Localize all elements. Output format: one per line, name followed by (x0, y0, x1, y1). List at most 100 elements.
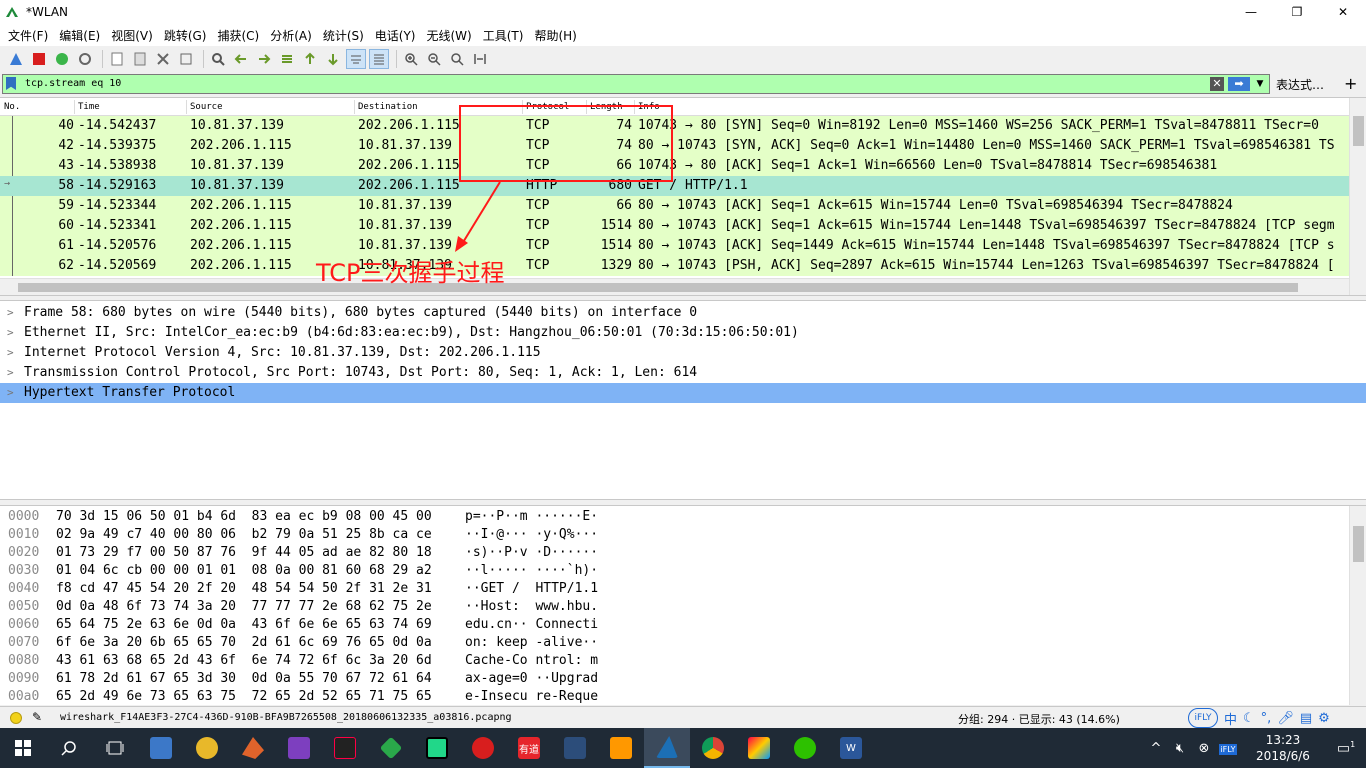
start-capture-icon[interactable] (6, 49, 26, 69)
packet-row[interactable]: 61 -14.520576 202.206.1.115 10.81.37.139 TCP… (0, 236, 1366, 256)
packet-row[interactable]: 62 -14.520569 202.206.1.115 10.81.37.139 TCP… (0, 256, 1366, 276)
bytes-row[interactable]: 0050 0d 0a 48 6f 73 74 3a 20 77 77 77 2e … (0, 598, 1366, 616)
moon-icon[interactable]: ☾ (1243, 711, 1255, 726)
search-icon[interactable] (46, 728, 92, 768)
tray-ifly-icon[interactable]: iFLY (1216, 741, 1240, 756)
open-file-icon[interactable] (107, 49, 127, 69)
expand-chevron-icon[interactable]: > (7, 303, 14, 323)
packet-row[interactable]: → 58 -14.529163 10.81.37.139 202.206.1.115 HT… (0, 176, 1366, 196)
punctuation-icon[interactable]: °, (1261, 711, 1272, 726)
packet-row[interactable]: 60 -14.523341 202.206.1.115 10.81.37.139 TCP… (0, 216, 1366, 236)
menu-help[interactable]: 帮助(H) (530, 27, 580, 44)
filter-history-chevron-down-icon[interactable]: ▼ (1254, 77, 1266, 91)
keyboard-icon[interactable]: ▤ (1300, 711, 1312, 726)
col-header-source[interactable]: Source (190, 102, 223, 112)
bytes-row[interactable]: 0030 01 04 6c cb 00 00 01 01 08 0a 00 81 … (0, 562, 1366, 580)
bytes-row[interactable]: 0090 61 78 2d 61 67 65 3d 30 0d 0a 55 70 … (0, 670, 1366, 688)
go-back-icon[interactable] (231, 49, 251, 69)
menu-analyze[interactable]: 分析(A) (266, 27, 316, 44)
action-center-icon[interactable]: ▭1 (1326, 740, 1366, 757)
col-header-destination[interactable]: Destination (358, 102, 418, 112)
network-disconnected-icon[interactable]: ⊗ (1192, 741, 1216, 756)
packet-bytes-vscrollbar[interactable] (1349, 506, 1366, 705)
taskbar-app-sublime-icon[interactable] (598, 728, 644, 768)
taskbar-app-file-explorer-icon[interactable] (138, 728, 184, 768)
bytes-row[interactable]: 00a0 65 2d 49 6e 73 65 63 75 72 65 2d 52 … (0, 688, 1366, 705)
capture-comment-icon[interactable]: ✎ (32, 710, 42, 724)
display-filter-input[interactable]: tcp.stream eq 10 (2, 74, 1270, 94)
taskbar-app-wireshark-icon[interactable] (644, 728, 690, 768)
menu-tools[interactable]: 工具(T) (479, 27, 528, 44)
packet-list-hscrollbar[interactable] (0, 278, 1349, 295)
bytes-row[interactable]: 0010 02 9a 49 c7 40 00 80 06 b2 79 0a 51 … (0, 526, 1366, 544)
expand-chevron-icon[interactable]: > (7, 363, 14, 383)
windows-start-icon[interactable] (0, 728, 46, 768)
ime-lang-toggle[interactable]: 中 (1224, 709, 1237, 728)
resize-columns-icon[interactable] (470, 49, 490, 69)
bytes-row[interactable]: 0000 70 3d 15 06 50 01 b4 6d 83 ea ec b9 … (0, 508, 1366, 526)
expand-chevron-icon[interactable]: > (7, 323, 14, 343)
bytes-row[interactable]: 0080 43 61 63 68 65 2d 43 6f 6e 74 72 6f … (0, 652, 1366, 670)
bytes-row[interactable]: 0040 f8 cd 47 45 54 20 2f 20 48 54 54 50 … (0, 580, 1366, 598)
detail-row-ethernet[interactable]: > Ethernet II, Src: IntelCor_ea:ec:b9 (b4… (0, 323, 1366, 343)
go-to-packet-icon[interactable] (277, 49, 297, 69)
menu-telephony[interactable]: 电话(Y) (371, 27, 420, 44)
close-button[interactable]: ✕ (1320, 0, 1366, 24)
detail-row-http[interactable]: > Hypertext Transfer Protocol (0, 383, 1366, 403)
taskbar-app-wechat-icon[interactable] (782, 728, 828, 768)
expand-chevron-icon[interactable]: > (7, 383, 14, 403)
first-packet-icon[interactable] (300, 49, 320, 69)
detail-row-tcp[interactable]: > Transmission Control Protocol, Src Port… (0, 363, 1366, 383)
minimize-button[interactable]: — (1228, 0, 1274, 24)
menu-file[interactable]: 文件(F) (4, 27, 52, 44)
col-header-protocol[interactable]: Protocol (526, 102, 569, 112)
normal-size-icon[interactable] (447, 49, 467, 69)
zoom-in-icon[interactable] (401, 49, 421, 69)
taskbar-app-visual-studio-icon[interactable] (276, 728, 322, 768)
microphone-icon[interactable]: 🎤︎ (1277, 711, 1294, 726)
zoom-out-icon[interactable] (424, 49, 444, 69)
autoscroll-icon[interactable] (346, 49, 366, 69)
menu-statistics[interactable]: 统计(S) (319, 27, 368, 44)
detail-row-ip[interactable]: > Internet Protocol Version 4, Src: 10.81… (0, 343, 1366, 363)
bytes-row[interactable]: 0070 6f 6e 3a 20 6b 65 65 70 2d 61 6c 69 … (0, 634, 1366, 652)
bytes-row[interactable]: 0020 01 73 29 f7 00 50 87 76 9f 44 05 ad … (0, 544, 1366, 562)
expert-info-icon[interactable] (10, 712, 22, 724)
task-view-icon[interactable] (92, 728, 138, 768)
taskbar-app-paint-icon[interactable] (736, 728, 782, 768)
taskbar-app-intellij-icon[interactable] (322, 728, 368, 768)
taskbar-clock[interactable]: 13:23 2018/6/6 (1240, 732, 1326, 764)
taskbar-app-paw-icon[interactable] (184, 728, 230, 768)
packet-row[interactable]: 59 -14.523344 202.206.1.115 10.81.37.139 TCP… (0, 196, 1366, 216)
capture-options-icon[interactable] (75, 49, 95, 69)
packet-row[interactable]: 43 -14.538938 10.81.37.139 202.206.1.115 TCP… (0, 156, 1366, 176)
ifly-logo-icon[interactable]: iFLY (1188, 708, 1218, 728)
taskbar-app-netease-music-icon[interactable] (460, 728, 506, 768)
packet-list-vscrollbar[interactable] (1349, 98, 1366, 295)
apply-filter-icon[interactable]: ➡ (1228, 77, 1250, 91)
volume-muted-icon[interactable]: 🔇︎ (1168, 741, 1192, 756)
col-header-length[interactable]: Length (590, 102, 623, 112)
colorize-icon[interactable] (369, 49, 389, 69)
taskbar-app-eclipse-icon[interactable] (552, 728, 598, 768)
menu-edit[interactable]: 编辑(E) (55, 27, 104, 44)
find-packet-icon[interactable] (208, 49, 228, 69)
taskbar-app-pycharm-icon[interactable] (414, 728, 460, 768)
col-header-info[interactable]: Info (638, 102, 660, 112)
col-header-time[interactable]: Time (78, 102, 100, 112)
restart-capture-icon[interactable] (52, 49, 72, 69)
reload-file-icon[interactable] (176, 49, 196, 69)
close-file-icon[interactable] (153, 49, 173, 69)
add-filter-button-icon[interactable]: + (1344, 74, 1357, 93)
maximize-button[interactable]: ❐ (1274, 0, 1320, 24)
taskbar-app-matlab-icon[interactable] (230, 728, 276, 768)
go-forward-icon[interactable] (254, 49, 274, 69)
packet-row[interactable]: 40 -14.542437 10.81.37.139 202.206.1.115 TCP… (0, 116, 1366, 136)
menu-view[interactable]: 视图(V) (107, 27, 157, 44)
bytes-row[interactable]: 0060 65 64 75 2e 63 6e 0d 0a 43 6f 6e 6e … (0, 616, 1366, 634)
save-file-icon[interactable] (130, 49, 150, 69)
packet-row[interactable]: 42 -14.539375 202.206.1.115 10.81.37.139 TCP… (0, 136, 1366, 156)
stop-capture-icon[interactable] (29, 49, 49, 69)
detail-row-frame[interactable]: > Frame 58: 680 bytes on wire (5440 bits)… (0, 303, 1366, 323)
taskbar-app-chrome-icon[interactable] (690, 728, 736, 768)
